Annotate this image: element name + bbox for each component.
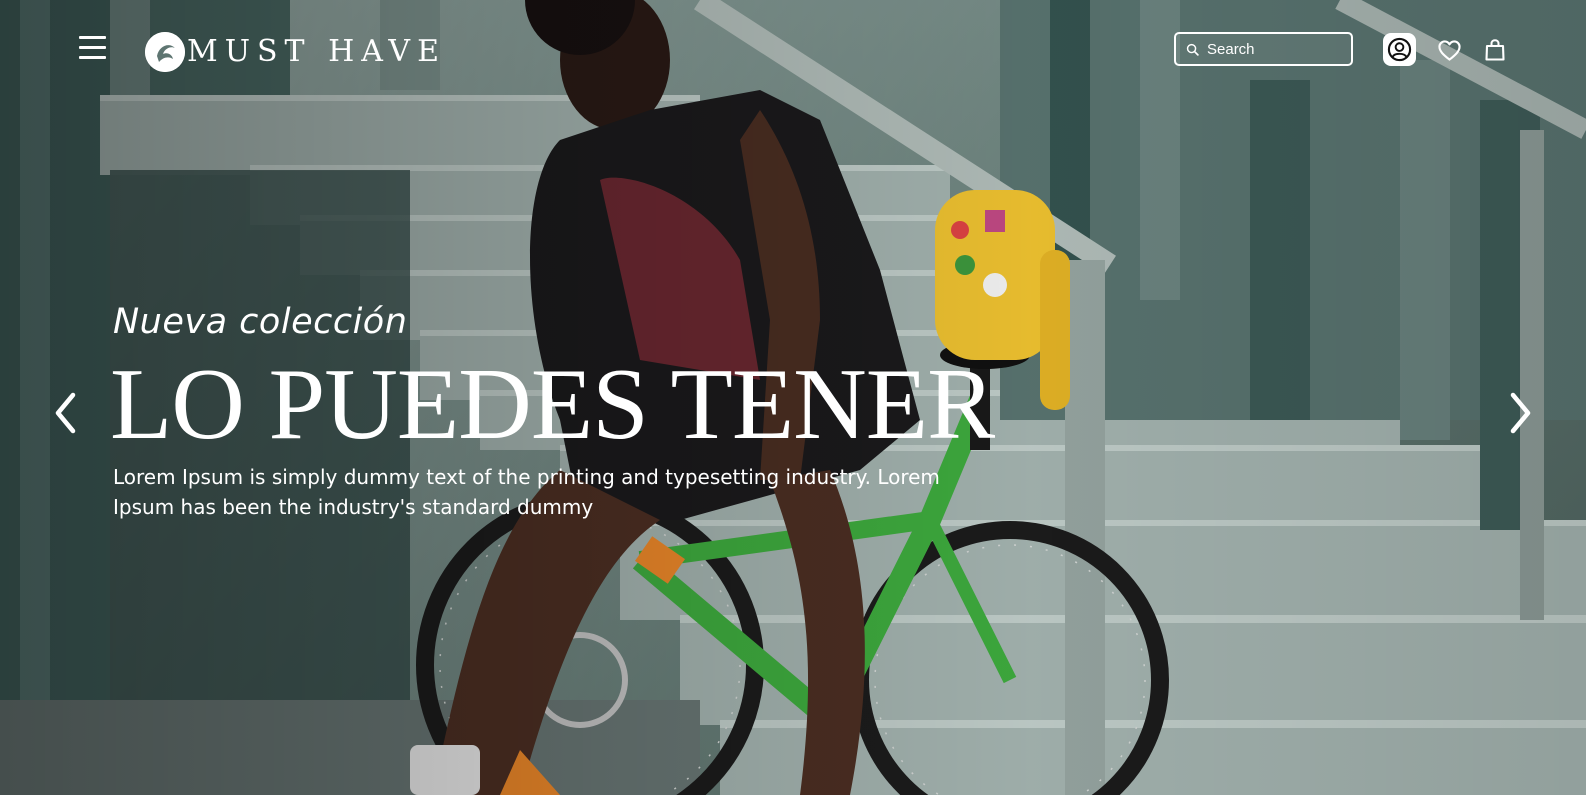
hero-kicker: Nueva colección <box>113 302 408 342</box>
hero-headline: LO PUEDES TENER <box>110 348 995 461</box>
chevron-left-icon[interactable] <box>46 388 86 438</box>
shopping-bag-icon[interactable] <box>1478 33 1512 67</box>
menu-line <box>79 46 106 49</box>
hamburger-menu-icon[interactable] <box>79 36 107 62</box>
menu-line <box>79 36 106 39</box>
search-box[interactable] <box>1174 32 1353 66</box>
logo-emblem-icon <box>145 32 185 72</box>
brand-logo[interactable]: MUST HAVE <box>145 31 446 73</box>
search-input[interactable] <box>1205 39 1349 59</box>
search-icon <box>1186 43 1199 56</box>
logo-text: MUST HAVE <box>187 34 446 69</box>
chevron-right-icon[interactable] <box>1500 388 1540 438</box>
account-icon[interactable] <box>1383 33 1416 66</box>
heart-icon[interactable] <box>1432 33 1466 67</box>
hero-banner: MUST HAVE Nueva colección LO PUEDES TENE… <box>0 0 1586 795</box>
hero-description: Lorem Ipsum is simply dummy text of the … <box>113 465 940 519</box>
menu-line <box>79 56 106 59</box>
